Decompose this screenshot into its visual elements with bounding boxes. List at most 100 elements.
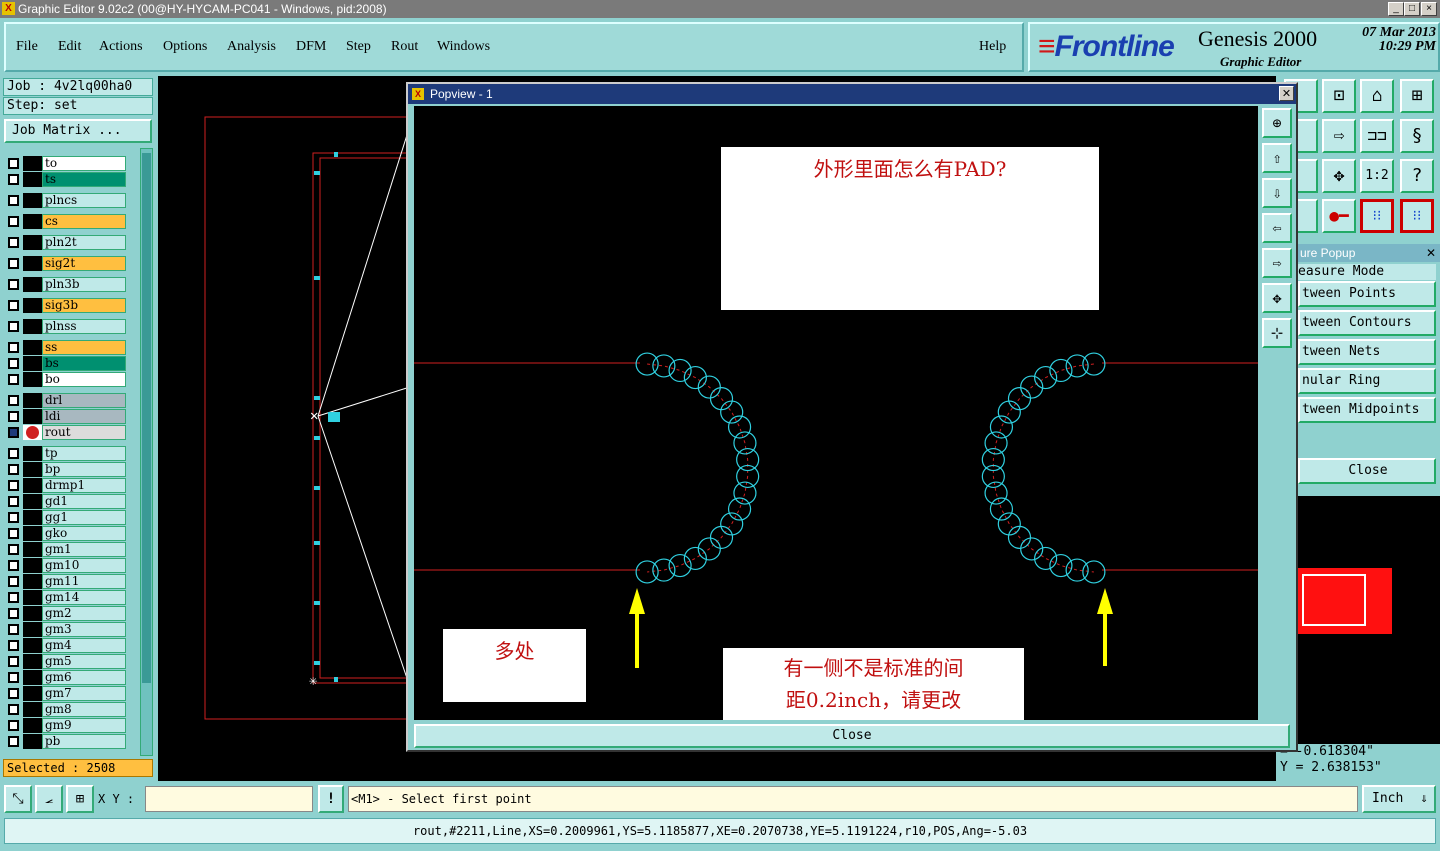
layer-color-swatch[interactable] [23,606,42,621]
layer-checkbox[interactable] [8,395,19,406]
layer-color-swatch[interactable] [23,590,42,605]
layer-color-swatch[interactable] [23,277,42,292]
popview-close-button[interactable]: Close [414,724,1290,748]
layer-name[interactable]: bp [42,462,126,477]
layer-name[interactable]: plncs [42,193,126,208]
layer-name[interactable]: gko [42,526,126,541]
layer-name[interactable]: gm1 [42,542,126,557]
layer-row-gm10[interactable]: gm10 [6,558,126,573]
layer-color-swatch[interactable] [23,409,42,424]
layer-color-swatch[interactable] [23,670,42,685]
layer-checkbox[interactable] [8,216,19,227]
layer-name[interactable]: pln3b [42,277,126,292]
layer-color-swatch[interactable] [23,558,42,573]
layer-checkbox[interactable] [8,544,19,555]
popview-pan-left-icon[interactable]: ⇦ [1262,213,1292,243]
tool-arrow-icon[interactable]: ⇨ [1322,119,1356,153]
layer-color-swatch[interactable] [23,702,42,717]
layer-checkbox[interactable] [8,672,19,683]
layer-color-swatch[interactable] [23,340,42,355]
layer-row-gm14[interactable]: gm14 [6,590,126,605]
layer-checkbox[interactable] [8,480,19,491]
layer-name[interactable]: gm9 [42,718,126,733]
measure-between-midpoints[interactable]: tween Midpoints [1298,397,1436,423]
layer-color-swatch[interactable] [23,446,42,461]
layer-row-pb[interactable]: pb [6,734,126,749]
layer-color-swatch[interactable] [23,574,42,589]
layer-row-sig3b[interactable]: sig3b [6,298,126,313]
layer-row-gm7[interactable]: gm7 [6,686,126,701]
layer-color-swatch[interactable] [23,156,42,171]
layer-name[interactable]: gm14 [42,590,126,605]
job-matrix-button[interactable]: Job Matrix ... [4,119,152,143]
menu-help[interactable]: Help [979,39,1006,55]
layer-color-swatch[interactable] [23,686,42,701]
maximize-button[interactable]: □ [1404,2,1420,16]
layer-checkbox[interactable] [8,624,19,635]
layer-name[interactable]: gm8 [42,702,126,717]
layer-color-swatch[interactable] [23,526,42,541]
xy-input[interactable] [145,786,313,812]
tool-record-icon[interactable]: ●━ [1322,199,1356,233]
grid-tool-icon[interactable]: ⊞ [66,785,94,813]
layer-row-gd1[interactable]: gd1 [6,494,126,509]
menu-step[interactable]: Step [346,39,371,55]
layer-color-swatch[interactable] [23,235,42,250]
layer-color-swatch[interactable] [23,462,42,477]
popview-pan-right-icon[interactable]: ⇨ [1262,248,1292,278]
layer-row-pln3b[interactable]: pln3b [6,277,126,292]
layer-row-gm2[interactable]: gm2 [6,606,126,621]
layer-name[interactable]: gm2 [42,606,126,621]
layer-name[interactable]: bs [42,356,126,371]
layer-color-swatch[interactable] [23,372,42,387]
layer-name[interactable]: ss [42,340,126,355]
layer-checkbox[interactable] [8,736,19,747]
minimize-button[interactable]: _ [1388,2,1404,16]
menu-rout[interactable]: Rout [391,39,418,55]
layer-name[interactable]: pln2t [42,235,126,250]
layer-color-swatch[interactable] [23,256,42,271]
layer-checkbox[interactable] [8,656,19,667]
layer-name[interactable]: gm7 [42,686,126,701]
layer-checkbox[interactable] [8,576,19,587]
layer-name[interactable]: gm4 [42,638,126,653]
units-selector[interactable]: Inch ⇓ [1362,785,1436,813]
help-icon[interactable]: ? [1400,159,1434,193]
layer-checkbox[interactable] [8,427,19,438]
layer-checkbox[interactable] [8,640,19,651]
layer-row-bo[interactable]: bo [6,372,126,387]
layer-row-gm5[interactable]: gm5 [6,654,126,669]
measure-annular-ring[interactable]: nular Ring [1298,368,1436,394]
layer-color-swatch[interactable] [23,510,42,525]
layer-row-gm3[interactable]: gm3 [6,622,126,637]
popview-zoom-in-icon[interactable]: ⊕ [1262,108,1292,138]
layer-name[interactable]: plnss [42,319,126,334]
layer-row-plnss[interactable]: plnss [6,319,126,334]
layer-name[interactable]: gm5 [42,654,126,669]
layer-row-drl[interactable]: drl [6,393,126,408]
layer-scrollbar-thumb[interactable] [142,153,151,683]
layer-name[interactable]: gm3 [42,622,126,637]
layer-checkbox[interactable] [8,464,19,475]
layer-color-swatch[interactable] [23,478,42,493]
tool-net-icon[interactable]: ⁝⁝ [1360,199,1394,233]
layer-checkbox[interactable] [8,720,19,731]
layer-row-cs[interactable]: cs [6,214,126,229]
layer-row-gm11[interactable]: gm11 [6,574,126,589]
layer-name[interactable]: drl [42,393,126,408]
layer-row-to[interactable]: to [6,156,126,171]
layer-checkbox[interactable] [8,448,19,459]
layer-name[interactable]: gm10 [42,558,126,573]
layer-checkbox[interactable] [8,512,19,523]
layer-name[interactable]: sig3b [42,298,126,313]
layer-name[interactable]: ldi [42,409,126,424]
layer-color-swatch[interactable] [23,734,42,749]
layer-checkbox[interactable] [8,195,19,206]
popview-pan-down-icon[interactable]: ⇩ [1262,178,1292,208]
layer-checkbox[interactable] [8,174,19,185]
layer-name[interactable]: bo [42,372,126,387]
layer-row-ldi[interactable]: ldi [6,409,126,424]
layer-color-swatch[interactable] [23,494,42,509]
layer-scrollbar[interactable] [140,148,153,756]
layer-row-gm4[interactable]: gm4 [6,638,126,653]
